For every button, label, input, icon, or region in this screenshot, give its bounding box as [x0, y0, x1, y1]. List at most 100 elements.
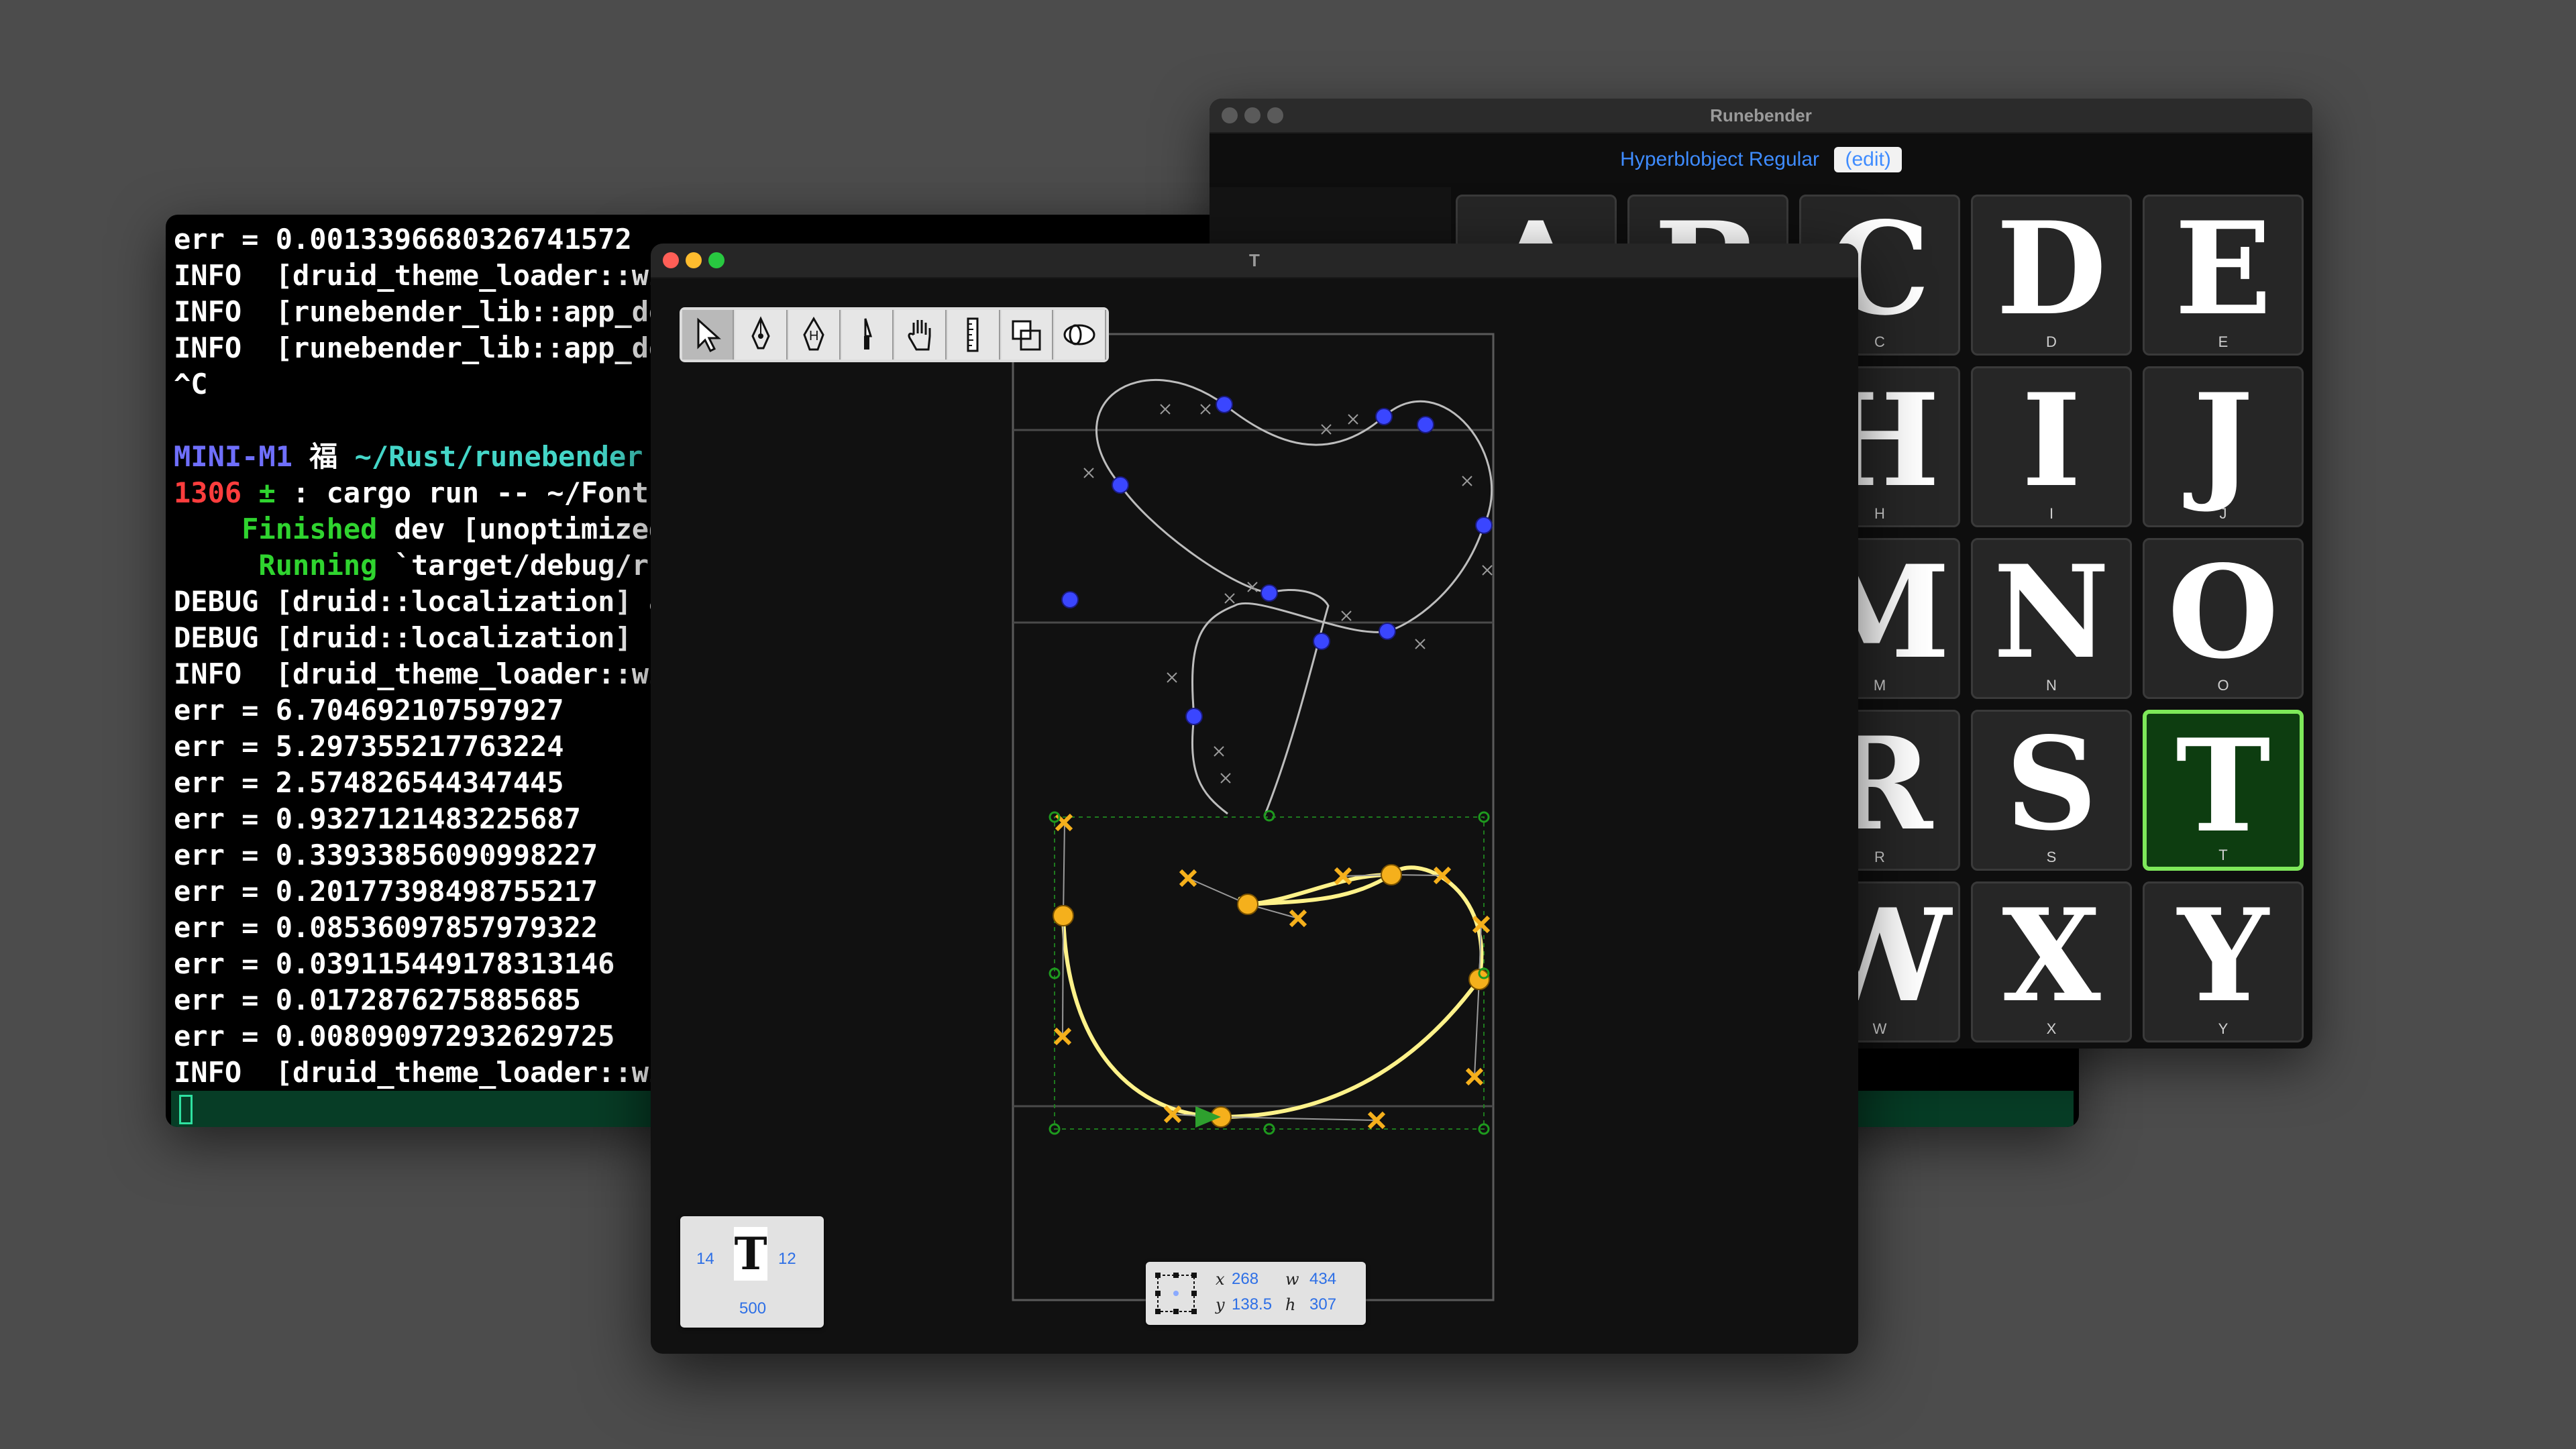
glyph-cell[interactable]: OO — [2143, 538, 2304, 699]
off-curve-marks — [1083, 404, 1493, 784]
right-sidebearing[interactable]: 12 — [778, 1250, 796, 1269]
terminal-text: INFO [druid_theme_loader::wid — [174, 1056, 683, 1089]
x-value[interactable]: 268 — [1232, 1270, 1258, 1289]
glyph-label: T — [2218, 847, 2228, 863]
glyph-canvas[interactable] — [651, 244, 1858, 1354]
glyph-preview: T — [734, 1227, 767, 1281]
terminal-text: ~/Rust/runebender — [354, 440, 643, 473]
glyph-cell[interactable]: SS — [1971, 710, 2132, 871]
x-label: x — [1216, 1270, 1225, 1289]
glyph-label: X — [2046, 1020, 2057, 1037]
terminal-text: : cargo run -- ~/Fonts/ — [292, 476, 683, 509]
glyph-shape: I — [2021, 366, 2082, 515]
glyph-cell[interactable]: EE — [2143, 195, 2304, 356]
terminal-text: err = 0.039115449178313146 — [174, 947, 615, 980]
glyph-label: Y — [2218, 1020, 2229, 1037]
h-label: h — [1285, 1295, 1296, 1314]
editor-toolbar: H — [680, 307, 1109, 362]
glyph-shape: S — [2005, 710, 2098, 859]
left-sidebearing[interactable]: 14 — [696, 1250, 714, 1269]
terminal-text: 1306 — [174, 476, 242, 509]
terminal-text: err = 0.0013396680326741572 — [174, 223, 632, 256]
terminal-text: INFO [runebender_lib::app_del — [174, 295, 683, 328]
terminal-text: 福 — [292, 440, 355, 473]
terminal-text: err = 0.008090972932629725 — [174, 1020, 615, 1053]
terminal-text: err = 0.9327121483225687 — [174, 802, 581, 835]
terminal-text: Finished — [174, 513, 378, 545]
glyph-cell[interactable]: II — [1971, 366, 2132, 527]
hand-tool[interactable] — [895, 310, 947, 360]
window-titlebar[interactable]: Runebender — [1210, 99, 2312, 133]
terminal-text: err = 0.08536097857979322 — [174, 911, 598, 944]
terminal-text: `target/debug/run — [377, 549, 683, 582]
bbox-anchor-icon[interactable] — [1152, 1270, 1199, 1317]
glyph-label: D — [2046, 333, 2057, 350]
glyph-label: O — [2217, 677, 2229, 694]
terminal-text: ± — [241, 476, 293, 509]
w-label: w — [1285, 1270, 1299, 1289]
glyph-cell[interactable]: NN — [1971, 538, 2132, 699]
glyph-shape: X — [2002, 881, 2101, 1030]
selected-contour — [1061, 865, 1484, 1120]
y-label: y — [1216, 1295, 1225, 1314]
glyph-shape: O — [2167, 538, 2279, 687]
terminal-text: MINI-M1 — [174, 440, 293, 473]
advance-width[interactable]: 500 — [739, 1299, 766, 1318]
selection-bbox — [1054, 816, 1485, 1130]
glyph-shape: E — [2174, 195, 2272, 343]
svg-text:H: H — [809, 329, 818, 343]
edit-font-button[interactable]: (edit) — [1834, 147, 1902, 172]
terminal-text: err = 0.0172876275885685 — [174, 983, 581, 1016]
terminal-text: err = 5.297355217763224 — [174, 730, 564, 763]
window-title: Runebender — [1710, 105, 1812, 125]
rectangle-tool[interactable] — [1001, 310, 1053, 360]
measure-tool[interactable] — [948, 310, 1000, 360]
terminal-text: DEBUG [druid::localization] re — [174, 621, 683, 654]
glyph-cell[interactable]: XX — [1971, 881, 2132, 1042]
glyph-label: I — [2049, 505, 2054, 522]
terminal-text: err = 2.574826544347445 — [174, 766, 564, 799]
terminal-text: err = 0.33933856090998227 — [174, 839, 598, 871]
ellipse-icon — [1063, 324, 1095, 345]
w-value[interactable]: 434 — [1309, 1270, 1336, 1289]
select-tool[interactable] — [682, 310, 735, 360]
upper-contour-left — [1119, 484, 1330, 816]
glyph-shape: N — [1993, 538, 2110, 687]
upper-contour — [1095, 378, 1493, 815]
glyph-shape: T — [2176, 711, 2271, 861]
y-value[interactable]: 138.5 — [1232, 1295, 1272, 1314]
glyph-cell[interactable]: JJ — [2143, 366, 2304, 527]
glyph-cell[interactable]: TT — [2143, 710, 2304, 871]
on-curve-points — [1061, 396, 1493, 725]
measure-icon — [967, 317, 979, 352]
glyph-shape: D — [1996, 195, 2107, 343]
knife-icon — [864, 318, 873, 350]
coordinate-panel: x 268 w 434 y 138.5 h 307 — [1146, 1262, 1366, 1325]
terminal-text: err = 0.20177398498755217 — [174, 875, 598, 908]
terminal-text: err = 6.704692107597927 — [174, 694, 564, 727]
off-curve-handles — [1053, 813, 1491, 1130]
terminal-text: INFO [runebender_lib::app_del — [174, 331, 683, 364]
h-value[interactable]: 307 — [1309, 1295, 1336, 1314]
terminal-text: DEBUG [druid::localization] av — [174, 585, 683, 618]
bbox-handles — [1049, 810, 1490, 1135]
glyph-cell[interactable]: DD — [1971, 195, 2132, 356]
terminal-text: ^C — [174, 368, 208, 400]
glyph-label: S — [2046, 849, 2057, 865]
rectangle-icon — [1012, 320, 1041, 351]
ellipse-tool[interactable] — [1054, 310, 1106, 360]
terminal-text: INFO [druid_theme_loader::wid — [174, 259, 683, 292]
terminal-text: INFO [druid_theme_loader::wid — [174, 657, 683, 690]
glyph-label: E — [2218, 333, 2229, 350]
knife-tool[interactable] — [841, 310, 894, 360]
glyph-editor-window[interactable]: T H T 14 12 500 x 268 w 434 y 138.5 h 30… — [651, 244, 1858, 1354]
glyph-label: N — [2046, 677, 2057, 694]
select-icon — [697, 317, 721, 353]
hyperpen-tool[interactable]: H — [788, 310, 841, 360]
pen-icon — [751, 316, 770, 350]
glyph-label: J — [2219, 505, 2227, 522]
hyperpen-icon: H — [803, 317, 824, 351]
glyph-cell[interactable]: YY — [2143, 881, 2304, 1042]
glyph-shape: Y — [2178, 881, 2269, 1030]
pen-tool[interactable] — [735, 310, 788, 360]
